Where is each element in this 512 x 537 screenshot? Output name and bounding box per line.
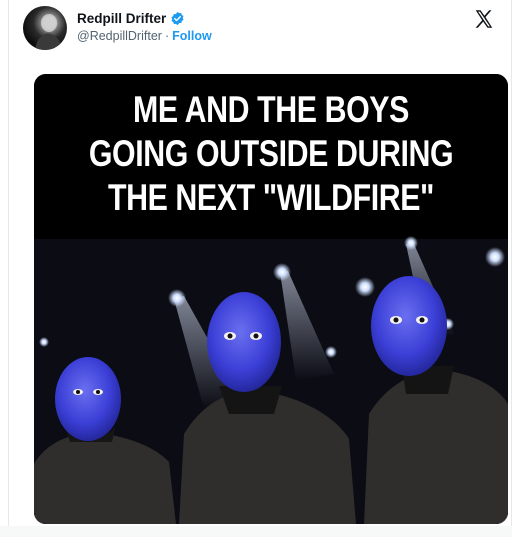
stage-light [39, 337, 49, 347]
avatar[interactable] [23, 6, 67, 50]
stage-light [355, 277, 375, 297]
stage-light [404, 236, 418, 250]
tweet-media-image[interactable]: ME AND THE BOYS GOING OUTSIDE DURING THE… [34, 74, 508, 524]
tweet-card: Redpill Drifter @RedpillDrifter · Follow [8, 0, 512, 537]
stage-light [325, 346, 337, 358]
footer-strip [0, 526, 512, 537]
stage-light [273, 263, 291, 281]
x-logo-icon[interactable] [473, 8, 495, 30]
handle-separator: · [164, 29, 170, 43]
author-handle-row: @RedpillDrifter · Follow [77, 29, 212, 43]
meme-caption: ME AND THE BOYS GOING OUTSIDE DURING THE… [77, 88, 466, 220]
author-handle[interactable]: @RedpillDrifter [77, 29, 162, 43]
tweet-header: Redpill Drifter @RedpillDrifter · Follow [23, 6, 503, 52]
stage-light [168, 289, 186, 307]
author-name-row: Redpill Drifter [77, 9, 185, 27]
follow-button[interactable]: Follow [172, 29, 212, 43]
author-display-name[interactable]: Redpill Drifter [77, 11, 166, 26]
meme-caption-line: GOING OUTSIDE DURING [88, 133, 454, 174]
meme-caption-line: THE NEXT "WILDFIRE" [107, 177, 435, 218]
meme-caption-line: ME AND THE BOYS [133, 89, 409, 130]
verified-badge-icon [170, 11, 185, 26]
stage-light [485, 247, 505, 267]
